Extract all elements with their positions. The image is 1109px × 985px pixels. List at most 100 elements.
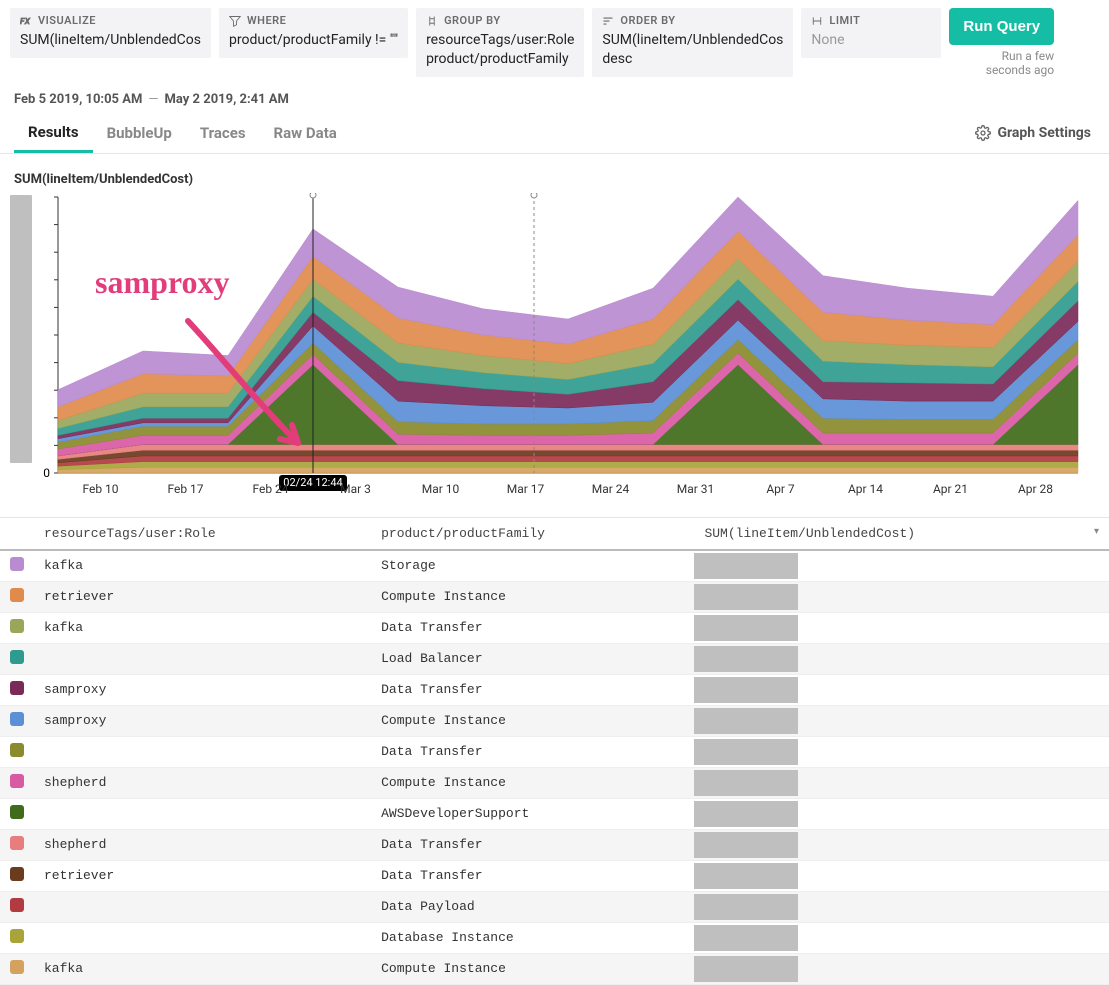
- cell-role: samproxy: [34, 705, 371, 736]
- cell-family: Data Transfer: [371, 674, 694, 705]
- cell-family: Storage: [371, 550, 694, 582]
- cell-family: Database Instance: [371, 922, 694, 953]
- svg-text:fx: fx: [20, 17, 31, 27]
- row-swatch: [0, 612, 34, 643]
- cell-family: Data Transfer: [371, 829, 694, 860]
- col-value[interactable]: SUM(lineItem/UnblendedCost)▾: [694, 517, 1109, 550]
- row-swatch: [0, 922, 34, 953]
- clause-label: LIMIT: [829, 14, 860, 27]
- col-family[interactable]: product/productFamily: [371, 517, 694, 550]
- run-query-button[interactable]: Run Query: [949, 8, 1054, 45]
- row-swatch: [0, 581, 34, 612]
- clause-visualize[interactable]: fxVISUALIZE SUM(lineItem/UnblendedCos: [10, 8, 211, 58]
- cell-value-redacted: [694, 922, 1109, 953]
- cell-role: [34, 922, 371, 953]
- svg-text:Mar 24: Mar 24: [592, 482, 630, 496]
- clause-value: product/productFamily != "": [229, 31, 398, 50]
- table-row[interactable]: AWSDeveloperSupport: [0, 798, 1109, 829]
- clause-label: GROUP BY: [444, 14, 501, 27]
- clause-value: resourceTags/user:Role product/productFa…: [426, 31, 574, 69]
- cell-role: [34, 643, 371, 674]
- table-row[interactable]: samproxyCompute Instance: [0, 705, 1109, 736]
- y-axis-redaction: [10, 195, 32, 463]
- svg-text:Feb 24: Feb 24: [252, 482, 288, 496]
- table-row[interactable]: retrieverCompute Instance: [0, 581, 1109, 612]
- sort-icon: [602, 15, 614, 27]
- table-row[interactable]: shepherdData Transfer: [0, 829, 1109, 860]
- stacked-area-chart[interactable]: 002/24 12:44Feb 10Feb 17Feb 24Mar 3Mar 1…: [38, 193, 1088, 503]
- table-row[interactable]: shepherdCompute Instance: [0, 767, 1109, 798]
- tab-rawdata[interactable]: Raw Data: [260, 114, 351, 151]
- cell-family: Compute Instance: [371, 705, 694, 736]
- clause-value: None: [811, 31, 931, 50]
- clause-limit[interactable]: LIMIT None: [801, 8, 941, 58]
- table-row[interactable]: Data Payload: [0, 891, 1109, 922]
- tab-traces[interactable]: Traces: [186, 114, 260, 151]
- table-row[interactable]: kafkaCompute Instance: [0, 953, 1109, 984]
- graph-settings-button[interactable]: Graph Settings: [975, 125, 1095, 141]
- tab-results[interactable]: Results: [14, 113, 93, 153]
- cell-role: retriever: [34, 860, 371, 891]
- svg-text:Apr 14: Apr 14: [848, 482, 883, 496]
- table-row[interactable]: retrieverData Transfer: [0, 860, 1109, 891]
- svg-text:Feb 10: Feb 10: [82, 482, 118, 496]
- table-row[interactable]: kafkaData Transfer: [0, 612, 1109, 643]
- cell-role: shepherd: [34, 829, 371, 860]
- row-swatch: [0, 736, 34, 767]
- cell-value-redacted: [694, 767, 1109, 798]
- limit-icon: [811, 15, 823, 27]
- col-role[interactable]: resourceTags/user:Role: [34, 517, 371, 550]
- tab-bubbleup[interactable]: BubbleUp: [93, 114, 186, 151]
- cell-family: Data Transfer: [371, 612, 694, 643]
- cell-family: Data Payload: [371, 891, 694, 922]
- cell-value-redacted: [694, 612, 1109, 643]
- clause-label: VISUALIZE: [38, 14, 96, 27]
- table-row[interactable]: Data Transfer: [0, 736, 1109, 767]
- cell-value-redacted: [694, 860, 1109, 891]
- query-builder: fxVISUALIZE SUM(lineItem/UnblendedCos WH…: [0, 0, 1109, 82]
- clause-orderby[interactable]: ORDER BY SUM(lineItem/UnblendedCos desc: [592, 8, 793, 77]
- cell-value-redacted: [694, 829, 1109, 860]
- time-from: Feb 5 2019, 10:05 AM: [14, 92, 142, 107]
- svg-text:Mar 10: Mar 10: [422, 482, 460, 496]
- svg-text:Mar 17: Mar 17: [507, 482, 545, 496]
- function-icon: fx: [20, 15, 32, 27]
- cell-family: Compute Instance: [371, 767, 694, 798]
- svg-text:Apr 21: Apr 21: [933, 482, 968, 496]
- svg-text:Apr 28: Apr 28: [1018, 482, 1053, 496]
- cell-family: Data Transfer: [371, 860, 694, 891]
- results-table: resourceTags/user:Role product/productFa…: [0, 517, 1109, 985]
- cell-value-redacted: [694, 705, 1109, 736]
- clause-groupby[interactable]: GROUP BY resourceTags/user:Role product/…: [416, 8, 584, 77]
- chart-title: SUM(lineItem/UnblendedCost): [10, 172, 1099, 187]
- clause-where[interactable]: WHERE product/productFamily != "": [219, 8, 408, 58]
- cell-family: Data Transfer: [371, 736, 694, 767]
- cell-role: [34, 891, 371, 922]
- row-swatch: [0, 953, 34, 984]
- row-swatch: [0, 798, 34, 829]
- table-row[interactable]: samproxyData Transfer: [0, 674, 1109, 705]
- cell-value-redacted: [694, 674, 1109, 705]
- cell-role: [34, 736, 371, 767]
- row-swatch: [0, 550, 34, 582]
- cell-role: kafka: [34, 612, 371, 643]
- cell-family: AWSDeveloperSupport: [371, 798, 694, 829]
- cell-value-redacted: [694, 953, 1109, 984]
- table-row[interactable]: kafkaStorage: [0, 550, 1109, 582]
- row-swatch: [0, 767, 34, 798]
- cell-value-redacted: [694, 581, 1109, 612]
- gear-icon: [975, 125, 991, 141]
- clause-label: WHERE: [247, 14, 286, 27]
- table-row[interactable]: Database Instance: [0, 922, 1109, 953]
- svg-text:02/24 12:44: 02/24 12:44: [283, 476, 342, 489]
- row-swatch: [0, 643, 34, 674]
- graph-settings-label: Graph Settings: [997, 125, 1091, 141]
- cell-value-redacted: [694, 736, 1109, 767]
- chart-area: SUM(lineItem/UnblendedCost) 002/24 12:44…: [0, 154, 1109, 503]
- time-range[interactable]: Feb 5 2019, 10:05 AM—May 2 2019, 2:41 AM: [0, 82, 1109, 107]
- sort-desc-icon: ▾: [1094, 526, 1099, 538]
- cell-family: Load Balancer: [371, 643, 694, 674]
- row-swatch: [0, 705, 34, 736]
- table-row[interactable]: Load Balancer: [0, 643, 1109, 674]
- cell-role: kafka: [34, 953, 371, 984]
